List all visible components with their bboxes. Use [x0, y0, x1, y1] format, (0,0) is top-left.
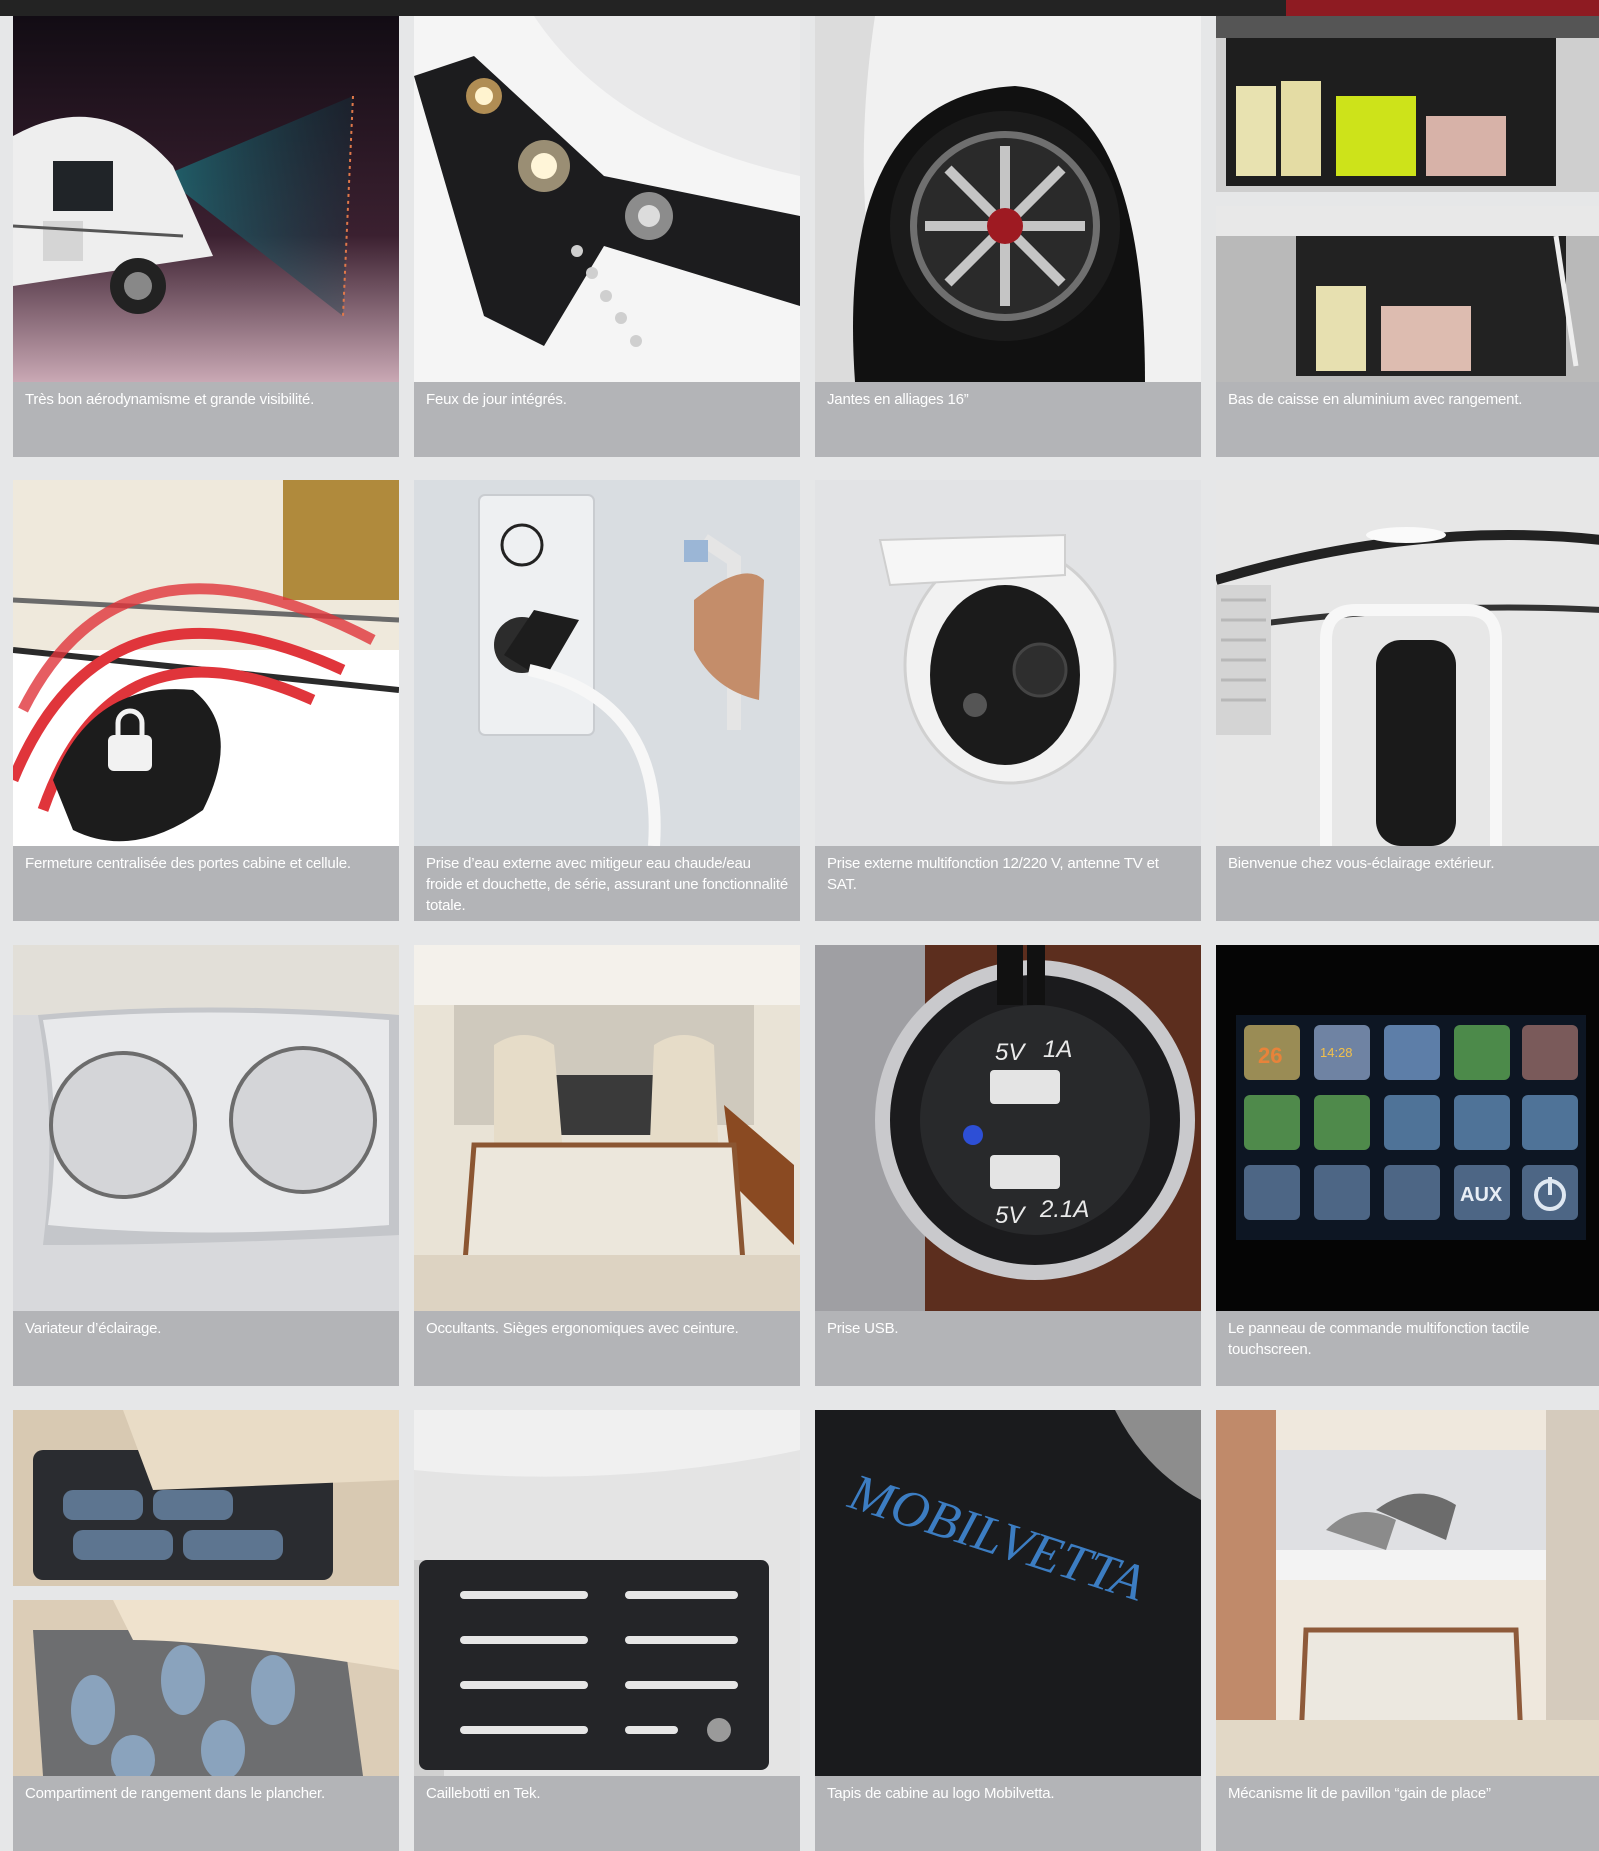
usb-label-5v-top: 5V: [995, 1039, 1026, 1066]
caption-exterior-lighting: Bienvenue chez vous-éclairage extérieur.: [1216, 846, 1599, 921]
daytime-lights-image: [414, 16, 800, 382]
touchscreen-panel-image: 26 14:28 AUX: [1216, 945, 1599, 1311]
feature-card-central-locking: Fermeture centralisée des portes cabine …: [13, 480, 399, 921]
caption-aerodynamics: Très bon aérodynamisme et grande visibil…: [13, 382, 399, 457]
top-bar-accent: [1286, 0, 1599, 16]
caption-central-locking: Fermeture centralisée des portes cabine …: [13, 846, 399, 921]
caption-daytime-lights: Feux de jour intégrés.: [414, 382, 800, 457]
storage-open-image-top: [1216, 16, 1599, 192]
floor-storage-image-bottom: [13, 1600, 399, 1776]
feature-card-cabin-seats: Occultants. Sièges ergonomiques avec cei…: [414, 945, 800, 1386]
external-socket-image: [815, 480, 1201, 846]
caption-alloy-wheels: Jantes en alliages 16”: [815, 382, 1201, 457]
caption-usb-socket: Prise USB.: [815, 1311, 1201, 1386]
panel-aux-label: AUX: [1460, 1184, 1503, 1206]
feature-card-teak-floor: Caillebotti en Tek.: [414, 1410, 800, 1851]
caption-floor-storage: Compartiment de rangement dans le planch…: [13, 1776, 399, 1851]
exterior-lighting-image: [1216, 480, 1599, 846]
teak-floor-image: [414, 1410, 800, 1776]
alloy-wheel-image: [815, 16, 1201, 382]
feature-card-external-socket: Prise externe multifonction 12/220 V, an…: [815, 480, 1201, 921]
motorhome-aero-image: [13, 16, 399, 382]
water-outlet-image: [414, 480, 800, 846]
cabin-seats-image: [414, 945, 800, 1311]
storage-open-image-bottom: [1216, 206, 1599, 382]
aluminium-storage-image: [1216, 16, 1599, 382]
feature-card-aluminium-storage: Bas de caisse en aluminium avec rangemen…: [1216, 16, 1599, 457]
caption-cabin-mat: Tapis de cabine au logo Mobilvetta.: [815, 1776, 1201, 1851]
feature-card-aerodynamics: Très bon aérodynamisme et grande visibil…: [13, 16, 399, 457]
caption-water-outlet: Prise d’eau externe avec mitigeur eau ch…: [414, 846, 800, 921]
panel-date-label: 26: [1258, 1043, 1282, 1068]
usb-label-1a: 1A: [1043, 1036, 1072, 1063]
feature-card-pull-down-bed: Mécanisme lit de pavillon “gain de place…: [1216, 1410, 1599, 1851]
caption-cabin-seats: Occultants. Sièges ergonomiques avec cei…: [414, 1311, 800, 1386]
feature-card-exterior-lighting: Bienvenue chez vous-éclairage extérieur.: [1216, 480, 1599, 921]
panel-time-label: 14:28: [1320, 1045, 1353, 1060]
feature-card-cabin-mat: MOBILVETTA Tapis de cabine au logo Mobil…: [815, 1410, 1201, 1851]
feature-card-usb-socket: 5V 1A 5V 2.1A Prise USB.: [815, 945, 1201, 1386]
feature-card-light-dimmer: Variateur d’éclairage.: [13, 945, 399, 1386]
cabin-mat-image: MOBILVETTA: [815, 1410, 1201, 1776]
caption-light-dimmer: Variateur d’éclairage.: [13, 1311, 399, 1386]
feature-card-floor-storage: Compartiment de rangement dans le planch…: [13, 1410, 399, 1851]
usb-label-5v-bottom: 5V: [995, 1202, 1026, 1229]
caption-teak-floor: Caillebotti en Tek.: [414, 1776, 800, 1851]
usb-socket-image: 5V 1A 5V 2.1A: [815, 945, 1201, 1311]
usb-label-2a: 2.1A: [1039, 1196, 1089, 1223]
caption-pull-down-bed: Mécanisme lit de pavillon “gain de place…: [1216, 1776, 1599, 1851]
pull-down-bed-image: [1216, 1410, 1599, 1776]
feature-card-touchscreen: 26 14:28 AUX Le panneau de commande mult…: [1216, 945, 1599, 1386]
central-locking-image: [13, 480, 399, 846]
floor-storage-image: [13, 1410, 399, 1776]
top-bar: [0, 0, 1599, 16]
caption-external-socket: Prise externe multifonction 12/220 V, an…: [815, 846, 1201, 921]
feature-card-alloy-wheels: Jantes en alliages 16”: [815, 16, 1201, 457]
caption-aluminium-storage: Bas de caisse en aluminium avec rangemen…: [1216, 382, 1599, 457]
feature-card-water-outlet: Prise d’eau externe avec mitigeur eau ch…: [414, 480, 800, 921]
light-dimmer-image: [13, 945, 399, 1311]
feature-card-daytime-lights: Feux de jour intégrés.: [414, 16, 800, 457]
caption-touchscreen: Le panneau de commande multifonction tac…: [1216, 1311, 1599, 1386]
floor-storage-image-top: [13, 1410, 399, 1586]
